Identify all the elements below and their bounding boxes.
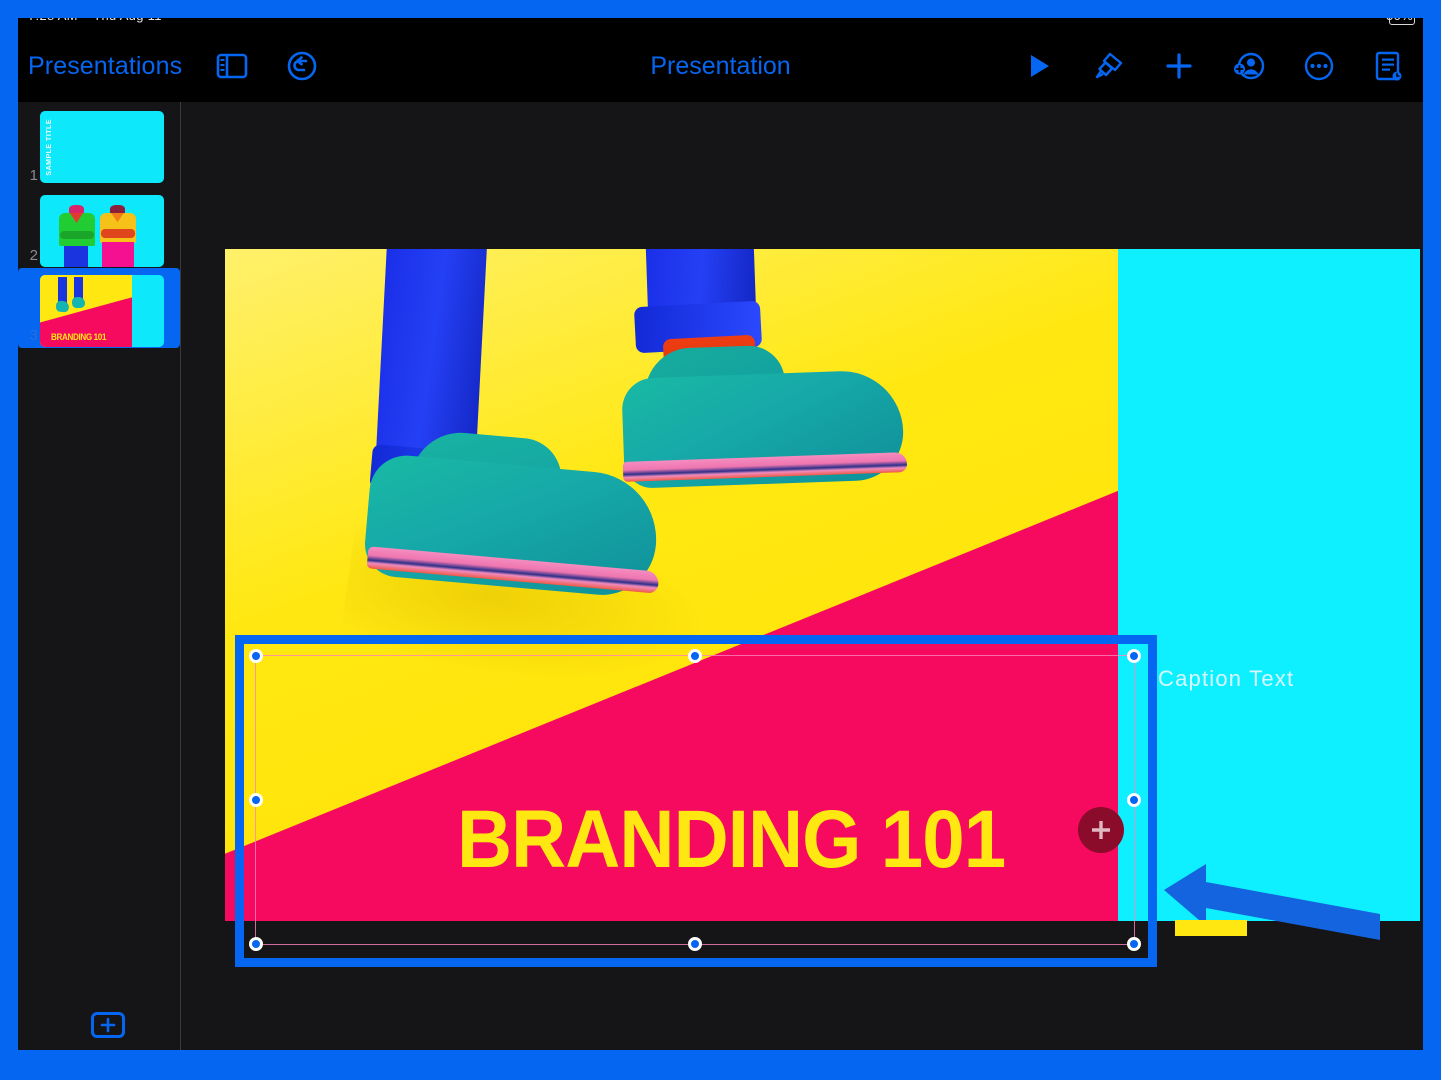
undo-icon[interactable]: [282, 46, 322, 86]
status-bar-datetime: 7:28 AM Thu Aug 11: [28, 18, 162, 22]
add-slide-button[interactable]: [91, 1012, 125, 1038]
slide-thumbnail-2[interactable]: 2: [18, 188, 180, 268]
ipad-screen: 7:28 AM Thu Aug 11 50% Presentations: [18, 18, 1423, 1050]
thumb2-figure-left: [56, 205, 98, 267]
slide-thumbnail-1[interactable]: 1 SAMPLE TITLE: [18, 108, 180, 188]
resize-handle-bottom-left[interactable]: [249, 937, 263, 951]
resize-handle-bottom-right[interactable]: [1127, 937, 1141, 951]
slide-canvas-area[interactable]: Caption Text BRANDING 101: [182, 102, 1423, 1050]
plus-icon: [1092, 821, 1110, 839]
slide-thumbnail-2-preview[interactable]: [40, 195, 164, 267]
resize-handle-bottom-center[interactable]: [688, 937, 702, 951]
view-options-icon[interactable]: [212, 46, 252, 86]
slide-1-title-preview: SAMPLE TITLE: [46, 119, 53, 176]
plus-icon: [100, 1017, 116, 1033]
slide-thumbnail-3-preview[interactable]: BRANDING 101: [40, 275, 164, 347]
slide-thumbnail-1-preview[interactable]: SAMPLE TITLE: [40, 111, 164, 183]
add-collaborator-icon[interactable]: [1229, 46, 1269, 86]
battery-icon: [1389, 18, 1415, 25]
status-time: 7:28 AM: [28, 18, 78, 23]
plus-icon[interactable]: [1159, 46, 1199, 86]
slide-number-3: 3: [29, 327, 38, 344]
status-bar: 7:28 AM Thu Aug 11 50%: [18, 18, 1423, 30]
caption-text-placeholder[interactable]: Caption Text: [1158, 666, 1294, 692]
slide-3-title-preview: BRANDING 101: [51, 332, 107, 342]
annotation-highlight-bar: [1175, 920, 1247, 936]
play-icon[interactable]: [1019, 46, 1059, 86]
thumb2-figure-right: [98, 205, 140, 267]
add-object-button[interactable]: [1078, 807, 1124, 853]
status-date: Thu Aug 11: [93, 18, 162, 23]
toolbar-right-group: [1019, 30, 1409, 102]
slide-title-text[interactable]: BRANDING 101: [457, 799, 1071, 881]
slide-navigator[interactable]: 1 SAMPLE TITLE 2 3 BRANDING 101: [18, 102, 181, 1050]
paintbrush-icon[interactable]: [1089, 46, 1129, 86]
back-to-presentations-button[interactable]: Presentations: [28, 52, 182, 81]
top-toolbar: Presentations Presentation: [18, 30, 1423, 102]
slide-thumbnail-3[interactable]: 3 BRANDING 101: [18, 268, 180, 348]
slide-number-1: 1: [29, 167, 38, 184]
more-ellipsis-icon[interactable]: [1299, 46, 1339, 86]
slide-number-2: 2: [29, 247, 38, 264]
toolbar-left-group: Presentations: [18, 46, 322, 86]
annotation-frame: 7:28 AM Thu Aug 11 50% Presentations: [0, 0, 1441, 1080]
slide-canvas[interactable]: Caption Text BRANDING 101: [225, 249, 1420, 921]
document-options-icon[interactable]: [1369, 46, 1409, 86]
